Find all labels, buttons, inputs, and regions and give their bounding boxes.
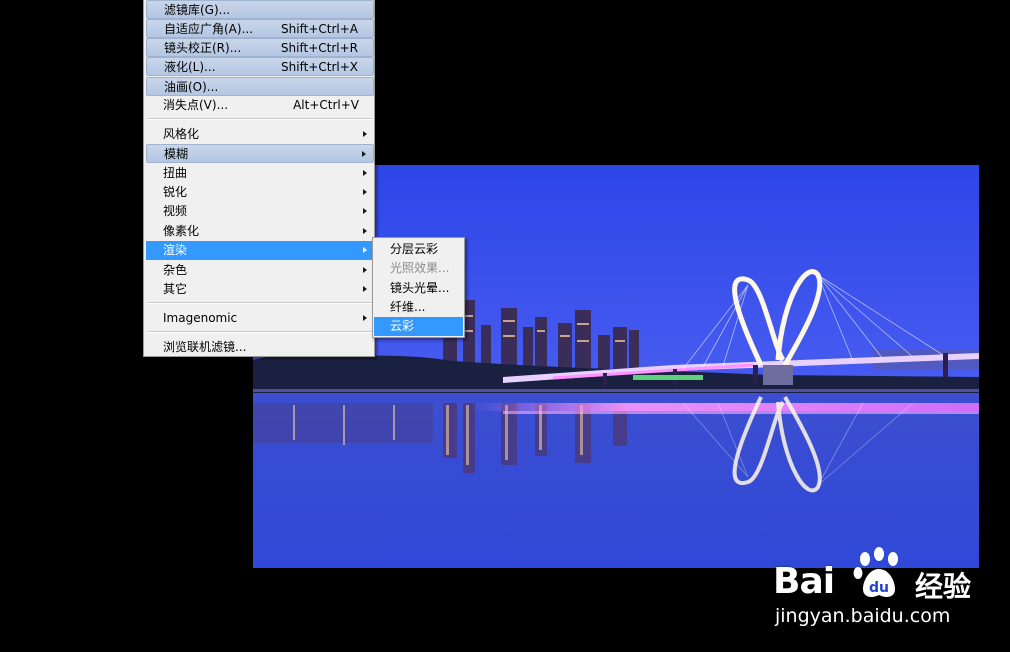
menu-item-browse-filters-online[interactable]: 浏览联机滤镜... xyxy=(146,338,374,357)
menu-item-label: 渲染 xyxy=(163,243,188,257)
menu-item-shortcut: Alt+Ctrl+V xyxy=(293,98,359,112)
menu-separator xyxy=(148,118,372,120)
submenu-item-clouds[interactable]: 云彩 xyxy=(374,317,463,336)
submenu-item-lighting-effects: 光照效果... xyxy=(374,259,463,278)
render-submenu: 分层云彩 光照效果... 镜头光晕... 纤维... 云彩 xyxy=(372,237,465,338)
menu-item-other[interactable]: 其它 xyxy=(146,280,374,299)
submenu-item-label: 光照效果... xyxy=(390,261,450,275)
menu-item-shortcut: Shift+Ctrl+R xyxy=(280,41,358,55)
submenu-item-fibers[interactable]: 纤维... xyxy=(374,298,463,317)
menu-item-label: 像素化 xyxy=(163,224,200,238)
menu-item-label: 其它 xyxy=(163,282,188,296)
menu-item-noise[interactable]: 杂色 xyxy=(146,261,374,280)
svg-text:du: du xyxy=(869,580,889,596)
menu-item-label: 扭曲 xyxy=(163,166,188,180)
menu-item-label: Imagenomic xyxy=(163,311,238,325)
menu-item-oil-paint[interactable]: 油画(O)... xyxy=(146,77,374,96)
menu-item-label: 视频 xyxy=(163,204,188,218)
menu-item-label: 风格化 xyxy=(163,127,200,141)
submenu-arrow-icon xyxy=(363,286,367,292)
menu-item-label: 液化(L)... xyxy=(164,60,216,74)
submenu-arrow-icon xyxy=(363,189,367,195)
submenu-arrow-icon xyxy=(363,228,367,234)
menu-item-lens-correction[interactable]: 镜头校正(R)... Shift+Ctrl+R xyxy=(146,38,374,57)
menu-separator xyxy=(148,331,372,333)
submenu-item-difference-clouds[interactable]: 分层云彩 xyxy=(374,240,463,259)
menu-item-distort[interactable]: 扭曲 xyxy=(146,164,374,183)
menu-item-sharpen[interactable]: 锐化 xyxy=(146,183,374,202)
submenu-arrow-icon xyxy=(363,247,367,253)
menu-item-label: 锐化 xyxy=(163,185,188,199)
menu-item-imagenomic[interactable]: Imagenomic xyxy=(146,309,374,328)
menu-item-shortcut: Shift+Ctrl+A xyxy=(281,22,358,36)
menu-item-label: 自适应广角(A)... xyxy=(164,22,254,36)
menu-item-vanishing-point[interactable]: 消失点(V)... Alt+Ctrl+V xyxy=(146,96,374,115)
menu-item-label: 杂色 xyxy=(163,263,188,277)
menu-item-label: 镜头校正(R)... xyxy=(164,41,242,55)
submenu-item-lens-flare[interactable]: 镜头光晕... xyxy=(374,279,463,298)
menu-item-render[interactable]: 渲染 xyxy=(146,241,374,260)
menu-item-label: 油画(O)... xyxy=(164,80,219,94)
menu-item-pixelate[interactable]: 像素化 xyxy=(146,222,374,241)
menu-item-label: 消失点(V)... xyxy=(163,98,229,112)
menu-separator xyxy=(148,302,372,304)
menu-item-shortcut: Shift+Ctrl+X xyxy=(281,60,358,74)
submenu-item-label: 纤维... xyxy=(390,300,426,314)
menu-item-adaptive-wide-angle[interactable]: 自适应广角(A)... Shift+Ctrl+A xyxy=(146,19,374,38)
submenu-arrow-icon xyxy=(363,315,367,321)
paw-icon: du xyxy=(853,547,898,597)
submenu-item-label: 分层云彩 xyxy=(390,242,439,256)
menu-item-liquify[interactable]: 液化(L)... Shift+Ctrl+X xyxy=(146,57,374,76)
watermark-url: jingyan.baidu.com xyxy=(775,605,951,627)
watermark: Bai du 经验 jingyan.baidu.com xyxy=(773,545,1003,635)
menu-item-video[interactable]: 视频 xyxy=(146,202,374,221)
menu-item-label: 浏览联机滤镜... xyxy=(163,340,247,354)
filter-menu: 滤镜库(G)... 自适应广角(A)... Shift+Ctrl+A 镜头校正(… xyxy=(143,0,375,357)
menu-item-stylize[interactable]: 风格化 xyxy=(146,125,374,144)
menu-item-label: 滤镜库(G)... xyxy=(164,3,231,17)
submenu-arrow-icon xyxy=(363,267,367,273)
menu-item-label: 模糊 xyxy=(164,147,189,161)
submenu-arrow-icon xyxy=(362,151,366,157)
menu-item-blur[interactable]: 模糊 xyxy=(146,144,374,163)
submenu-item-label: 镜头光晕... xyxy=(390,281,450,295)
watermark-jingyan: 经验 xyxy=(915,570,972,603)
submenu-arrow-icon xyxy=(363,131,367,137)
menu-item-filter-gallery[interactable]: 滤镜库(G)... xyxy=(146,0,374,19)
watermark-logo-text: Bai xyxy=(773,561,835,602)
submenu-arrow-icon xyxy=(363,170,367,176)
submenu-item-label: 云彩 xyxy=(390,319,415,333)
submenu-arrow-icon xyxy=(363,208,367,214)
